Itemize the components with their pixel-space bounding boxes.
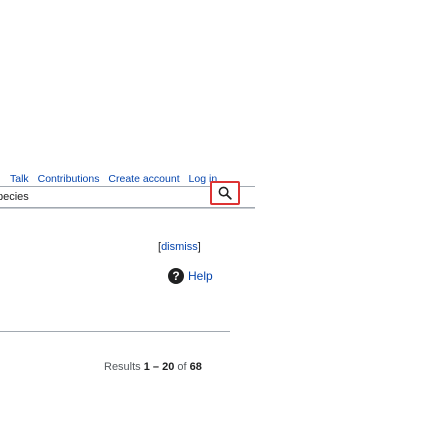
divider — [0, 331, 230, 332]
results-prefix: Results — [104, 361, 144, 373]
contributions-link[interactable]: Contributions — [38, 173, 100, 185]
help-link-group[interactable]: ? Help — [168, 268, 213, 284]
search-button[interactable] — [210, 181, 240, 205]
create-account-link[interactable]: Create account — [108, 173, 179, 185]
search-input[interactable] — [0, 187, 206, 207]
dismiss-link[interactable]: dismiss — [161, 241, 198, 253]
help-icon: ? — [168, 268, 184, 284]
talk-link[interactable]: Talk — [10, 173, 29, 185]
dismiss-notice: [dismiss] — [158, 241, 201, 253]
results-range: 1 – 20 — [143, 361, 175, 373]
results-of: of — [174, 361, 190, 373]
results-total: 68 — [189, 361, 202, 373]
results-count: Results 1 – 20 of 68 — [104, 361, 202, 373]
search-icon — [218, 186, 232, 200]
search-underline — [0, 208, 255, 209]
personal-nav: Talk Contributions Create account Log in — [10, 173, 223, 185]
help-link[interactable]: Help — [188, 269, 213, 283]
dismiss-close-bracket: ] — [197, 241, 201, 253]
